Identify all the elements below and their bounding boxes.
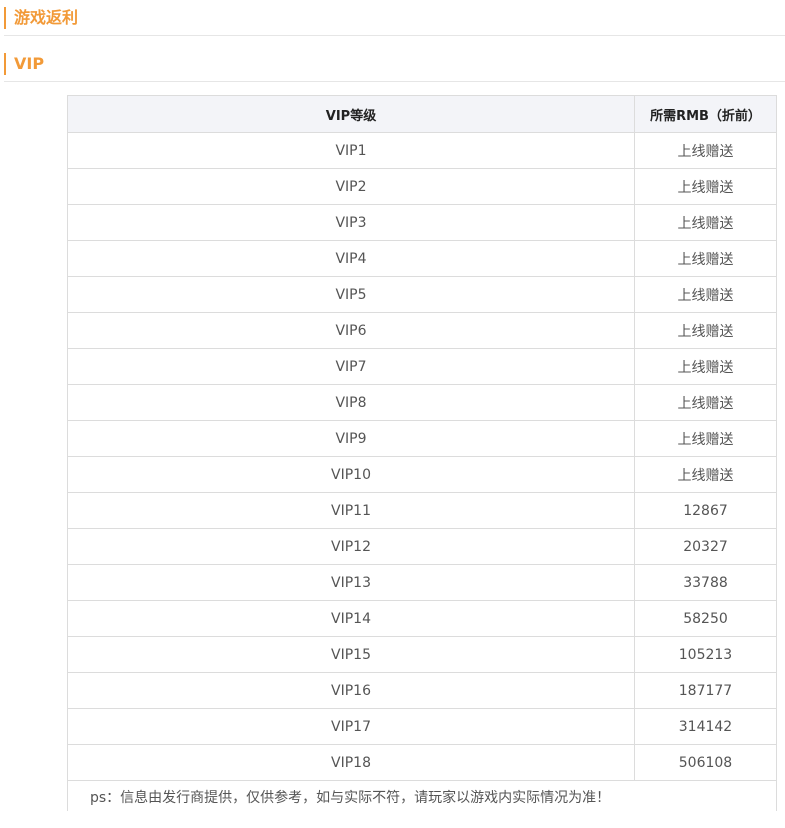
required-rmb-cell: 12867 xyxy=(634,492,777,529)
note-row: ps：信息由发行商提供，仅供参考，如与实际不符，请玩家以游戏内实际情况为准！ xyxy=(67,780,777,811)
vip-level-cell: VIP14 xyxy=(67,600,635,637)
table-row: VIP11 12867 xyxy=(67,492,777,529)
vip-level-cell: VIP6 xyxy=(67,312,635,349)
required-rmb-cell: 上线赠送 xyxy=(634,168,777,205)
required-rmb-cell: 上线赠送 xyxy=(634,204,777,241)
vip-table: VIP等级 所需RMB（折前） VIP1 上线赠送 VIP2 上线赠送 VIP3 上线赠送… xyxy=(67,95,777,811)
table-row: VIP8 上线赠送 xyxy=(67,384,777,421)
table-row: VIP14 58250 xyxy=(67,600,777,637)
vip-level-cell: VIP17 xyxy=(67,708,635,745)
table-row: VIP6 上线赠送 xyxy=(67,312,777,349)
required-rmb-cell: 187177 xyxy=(634,672,777,709)
required-rmb-cell: 20327 xyxy=(634,528,777,565)
table-row: VIP12 20327 xyxy=(67,528,777,565)
table-header-row: VIP等级 所需RMB（折前） xyxy=(67,95,777,133)
heading-accent-bar xyxy=(4,53,6,75)
vip-heading: VIP xyxy=(4,46,785,82)
required-rmb-cell: 上线赠送 xyxy=(634,276,777,313)
table-row: VIP13 33788 xyxy=(67,564,777,601)
vip-level-cell: VIP12 xyxy=(67,528,635,565)
vip-level-cell: VIP7 xyxy=(67,348,635,385)
vip-level-cell: VIP10 xyxy=(67,456,635,493)
required-rmb-cell: 506108 xyxy=(634,744,777,781)
table-row: VIP10 上线赠送 xyxy=(67,456,777,493)
table-row: VIP9 上线赠送 xyxy=(67,420,777,457)
vip-level-cell: VIP11 xyxy=(67,492,635,529)
required-rmb-cell: 33788 xyxy=(634,564,777,601)
table-row: VIP7 上线赠送 xyxy=(67,348,777,385)
vip-title: VIP xyxy=(14,54,45,73)
vip-level-cell: VIP2 xyxy=(67,168,635,205)
table-row: VIP15 105213 xyxy=(67,636,777,673)
table-row: VIP3 上线赠送 xyxy=(67,204,777,241)
table-row: VIP4 上线赠送 xyxy=(67,240,777,277)
required-rmb-cell: 上线赠送 xyxy=(634,456,777,493)
vip-level-cell: VIP8 xyxy=(67,384,635,421)
required-rmb-cell: 上线赠送 xyxy=(634,348,777,385)
game-rebate-heading: 游戏返利 xyxy=(4,0,785,36)
required-rmb-cell: 上线赠送 xyxy=(634,420,777,457)
game-rebate-title: 游戏返利 xyxy=(14,8,79,27)
required-rmb-cell: 上线赠送 xyxy=(634,132,777,169)
vip-level-cell: VIP9 xyxy=(67,420,635,457)
table-row: VIP2 上线赠送 xyxy=(67,168,777,205)
required-rmb-cell: 105213 xyxy=(634,636,777,673)
table-row: VIP16 187177 xyxy=(67,672,777,709)
vip-level-cell: VIP4 xyxy=(67,240,635,277)
required-rmb-cell: 上线赠送 xyxy=(634,384,777,421)
table-body: VIP1 上线赠送 VIP2 上线赠送 VIP3 上线赠送 VIP4 上线赠送 VIP5 上线赠送… xyxy=(67,132,777,781)
required-rmb-cell: 上线赠送 xyxy=(634,240,777,277)
table-row: VIP5 上线赠送 xyxy=(67,276,777,313)
required-rmb-cell: 上线赠送 xyxy=(634,312,777,349)
heading-accent-bar xyxy=(4,7,6,29)
table-row: VIP18 506108 xyxy=(67,744,777,781)
disclaimer-note: ps：信息由发行商提供，仅供参考，如与实际不符，请玩家以游戏内实际情况为准！ xyxy=(67,780,777,811)
vip-level-cell: VIP1 xyxy=(67,132,635,169)
table-row: VIP1 上线赠送 xyxy=(67,132,777,169)
vip-level-cell: VIP18 xyxy=(67,744,635,781)
vip-level-cell: VIP3 xyxy=(67,204,635,241)
vip-level-cell: VIP16 xyxy=(67,672,635,709)
header-vip-level: VIP等级 xyxy=(67,95,635,133)
vip-level-cell: VIP5 xyxy=(67,276,635,313)
table-row: VIP17 314142 xyxy=(67,708,777,745)
vip-level-cell: VIP15 xyxy=(67,636,635,673)
header-required-rmb: 所需RMB（折前） xyxy=(634,95,777,133)
vip-level-cell: VIP13 xyxy=(67,564,635,601)
required-rmb-cell: 58250 xyxy=(634,600,777,637)
required-rmb-cell: 314142 xyxy=(634,708,777,745)
